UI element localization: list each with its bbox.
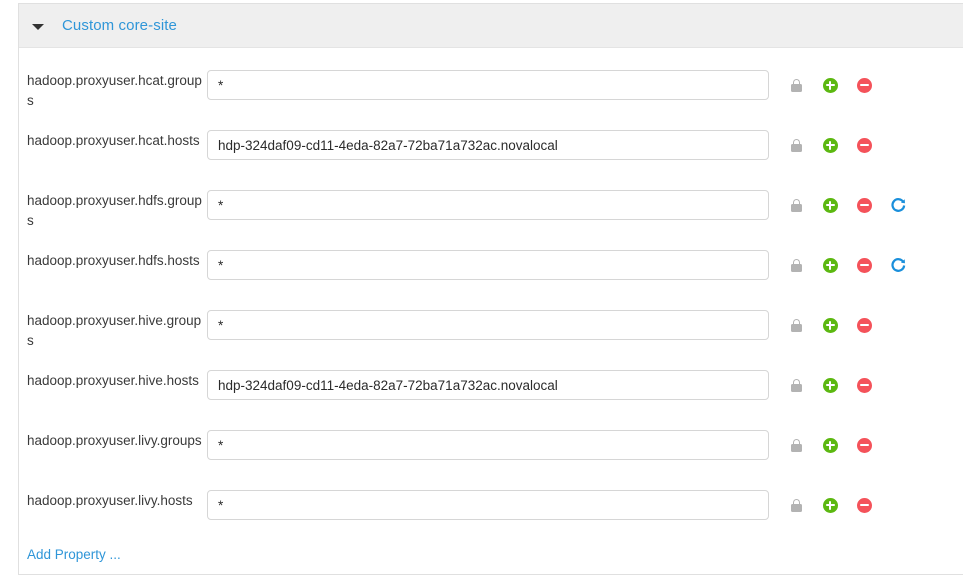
remove-icon[interactable] xyxy=(856,257,872,273)
property-value-input[interactable] xyxy=(207,190,769,220)
property-label: hadoop.proxyuser.hcat.groups xyxy=(27,73,202,108)
property-value-input[interactable] xyxy=(207,430,769,460)
add-property-action[interactable] xyxy=(813,434,847,456)
property-value-input[interactable] xyxy=(207,250,769,280)
remove-icon[interactable] xyxy=(856,197,872,213)
add-icon[interactable] xyxy=(822,137,838,153)
add-icon[interactable] xyxy=(822,77,838,93)
property-actions xyxy=(779,74,915,96)
revert-property-action[interactable] xyxy=(881,194,915,216)
lock-icon xyxy=(790,498,802,512)
lock-icon xyxy=(790,438,802,452)
revert-property-action[interactable] xyxy=(881,254,915,276)
lock-action xyxy=(779,194,813,216)
add-property-action[interactable] xyxy=(813,194,847,216)
add-icon[interactable] xyxy=(822,317,838,333)
lock-icon xyxy=(790,318,802,332)
property-row: hadoop.proxyuser.hive.groups xyxy=(19,305,963,365)
property-actions xyxy=(779,254,915,276)
add-property-action[interactable] xyxy=(813,494,847,516)
lock-icon xyxy=(790,378,802,392)
add-icon[interactable] xyxy=(822,437,838,453)
property-label: hadoop.proxyuser.hcat.hosts xyxy=(27,133,200,148)
property-value-input[interactable] xyxy=(207,310,769,340)
property-row: hadoop.proxyuser.livy.hosts xyxy=(19,485,963,545)
property-value-input[interactable] xyxy=(207,130,769,160)
lock-action xyxy=(779,134,813,156)
revert-icon[interactable] xyxy=(890,257,906,273)
lock-action xyxy=(779,74,813,96)
add-icon[interactable] xyxy=(822,197,838,213)
property-actions xyxy=(779,434,915,456)
property-row: hadoop.proxyuser.livy.groups xyxy=(19,425,963,485)
remove-icon[interactable] xyxy=(856,317,872,333)
revert-property-action xyxy=(881,494,915,516)
remove-property-action[interactable] xyxy=(847,74,881,96)
lock-action xyxy=(779,494,813,516)
property-label: hadoop.proxyuser.livy.groups xyxy=(27,433,202,448)
property-actions xyxy=(779,494,915,516)
add-property-action[interactable] xyxy=(813,374,847,396)
remove-icon[interactable] xyxy=(856,137,872,153)
remove-property-action[interactable] xyxy=(847,434,881,456)
remove-icon[interactable] xyxy=(856,377,872,393)
add-property-action[interactable] xyxy=(813,134,847,156)
remove-property-action[interactable] xyxy=(847,314,881,336)
revert-icon[interactable] xyxy=(890,197,906,213)
add-icon[interactable] xyxy=(822,377,838,393)
lock-icon xyxy=(790,78,802,92)
property-actions xyxy=(779,134,915,156)
property-label: hadoop.proxyuser.hdfs.hosts xyxy=(27,253,200,268)
revert-property-action xyxy=(881,434,915,456)
property-actions xyxy=(779,194,915,216)
property-value-input[interactable] xyxy=(207,370,769,400)
add-icon[interactable] xyxy=(822,497,838,513)
add-property-action[interactable] xyxy=(813,314,847,336)
remove-property-action[interactable] xyxy=(847,374,881,396)
add-property-link[interactable]: Add Property ... xyxy=(27,547,121,562)
property-label: hadoop.proxyuser.hive.groups xyxy=(27,313,202,348)
revert-property-action xyxy=(881,134,915,156)
property-row: hadoop.proxyuser.hcat.hosts xyxy=(19,125,963,185)
caret-down-icon[interactable] xyxy=(32,20,44,32)
lock-action xyxy=(779,434,813,456)
lock-action xyxy=(779,374,813,396)
revert-property-action xyxy=(881,74,915,96)
property-label: hadoop.proxyuser.hive.hosts xyxy=(27,373,199,388)
property-label: hadoop.proxyuser.livy.hosts xyxy=(27,493,193,508)
revert-property-action xyxy=(881,374,915,396)
property-value-input[interactable] xyxy=(207,70,769,100)
remove-property-action[interactable] xyxy=(847,194,881,216)
remove-property-action[interactable] xyxy=(847,254,881,276)
lock-icon xyxy=(790,258,802,272)
remove-icon[interactable] xyxy=(856,437,872,453)
panel-body: hadoop.proxyuser.hcat.groups hadoop.proxy… xyxy=(19,48,963,574)
remove-property-action[interactable] xyxy=(847,494,881,516)
remove-icon[interactable] xyxy=(856,77,872,93)
property-row: hadoop.proxyuser.hdfs.groups xyxy=(19,185,963,245)
custom-core-site-panel: Custom core-site hadoop.proxyuser.hcat.g… xyxy=(18,3,963,575)
property-label: hadoop.proxyuser.hdfs.groups xyxy=(27,193,202,228)
property-row: hadoop.proxyuser.hcat.groups xyxy=(19,65,963,125)
property-actions xyxy=(779,374,915,396)
lock-icon xyxy=(790,198,802,212)
panel-title[interactable]: Custom core-site xyxy=(62,17,177,34)
property-row: hadoop.proxyuser.hdfs.hosts xyxy=(19,245,963,305)
add-property-action[interactable] xyxy=(813,254,847,276)
lock-icon xyxy=(790,138,802,152)
revert-property-action xyxy=(881,314,915,336)
add-icon[interactable] xyxy=(822,257,838,273)
remove-icon[interactable] xyxy=(856,497,872,513)
property-value-input[interactable] xyxy=(207,490,769,520)
add-property-action[interactable] xyxy=(813,74,847,96)
property-list: hadoop.proxyuser.hcat.groups hadoop.proxy… xyxy=(19,65,963,545)
remove-property-action[interactable] xyxy=(847,134,881,156)
lock-action xyxy=(779,314,813,336)
lock-action xyxy=(779,254,813,276)
property-actions xyxy=(779,314,915,336)
property-row: hadoop.proxyuser.hive.hosts xyxy=(19,365,963,425)
panel-header[interactable]: Custom core-site xyxy=(19,4,963,48)
